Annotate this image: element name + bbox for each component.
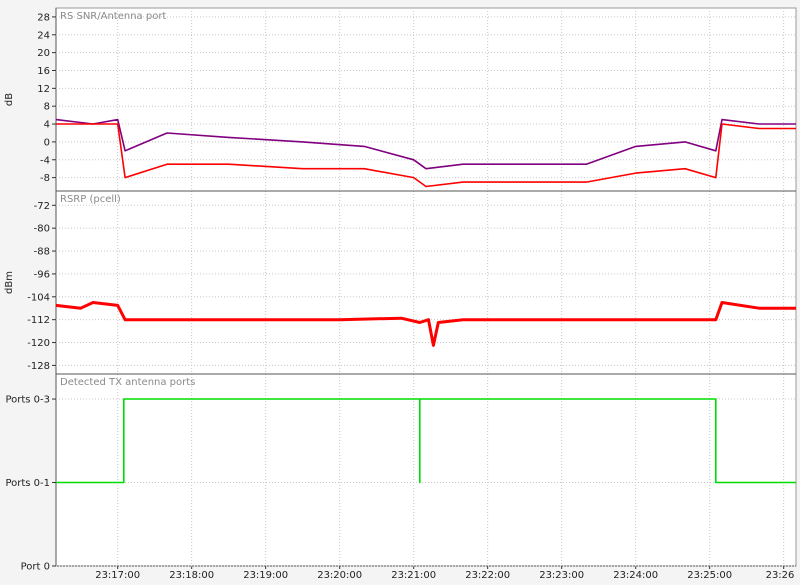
- x-tick-label: 23:26: [766, 570, 795, 581]
- y-tick-label: 16: [37, 66, 50, 77]
- x-tick-label: 23:23:00: [539, 570, 584, 581]
- chart-area: 23:17:00 23:18:00 23:19:00 23:20:00 23:21:00…: [0, 0, 800, 581]
- y-tick-label: 24: [37, 30, 50, 41]
- y-tick-label: Ports 0-3: [5, 395, 50, 406]
- y-tick-label: -96: [34, 269, 50, 280]
- panel-title: RS SNR/Antenna port: [60, 11, 166, 22]
- y-axis-label: dB: [4, 93, 15, 106]
- y-tick-label: 12: [37, 84, 50, 95]
- y-axis-label: dBm: [4, 271, 15, 294]
- y-tick-label: -8: [40, 173, 50, 184]
- y-tick-label: -88: [34, 247, 50, 258]
- y-tick-label: Port 0: [21, 562, 50, 573]
- y-tick-label: -72: [34, 201, 50, 212]
- y-tick-label: 28: [37, 12, 50, 23]
- x-tick-label: 23:21:00: [391, 570, 436, 581]
- y-tick-label: 0: [44, 137, 50, 148]
- x-tick-label: 23:24:00: [613, 570, 658, 581]
- y-tick-label: -120: [27, 338, 50, 349]
- x-tick-label: 23:17:00: [95, 570, 140, 581]
- y-tick-label: 4: [44, 120, 50, 131]
- y-tick-label: -104: [27, 292, 50, 303]
- x-tick-label: 23:25:00: [687, 570, 732, 581]
- y-tick-label: -4: [40, 155, 50, 166]
- y-tick-label: Ports 0-1: [5, 478, 50, 489]
- x-tick-label: 23:19:00: [243, 570, 288, 581]
- x-tick-label: 23:20:00: [317, 570, 362, 581]
- panel-title: RSRP (pcell): [60, 194, 121, 205]
- y-tick-label: 20: [37, 48, 50, 59]
- y-tick-label: 8: [44, 102, 50, 113]
- panel-title: Detected TX antenna ports: [60, 377, 195, 388]
- x-tick-label: 23:18:00: [169, 570, 214, 581]
- y-tick-label: -128: [27, 361, 50, 372]
- chart-svg: 23:17:00 23:18:00 23:19:00 23:20:00 23:21:00…: [4, 7, 797, 581]
- x-tick-label: 23:22:00: [465, 570, 510, 581]
- y-tick-label: -80: [34, 224, 50, 235]
- y-tick-label: -112: [27, 315, 50, 326]
